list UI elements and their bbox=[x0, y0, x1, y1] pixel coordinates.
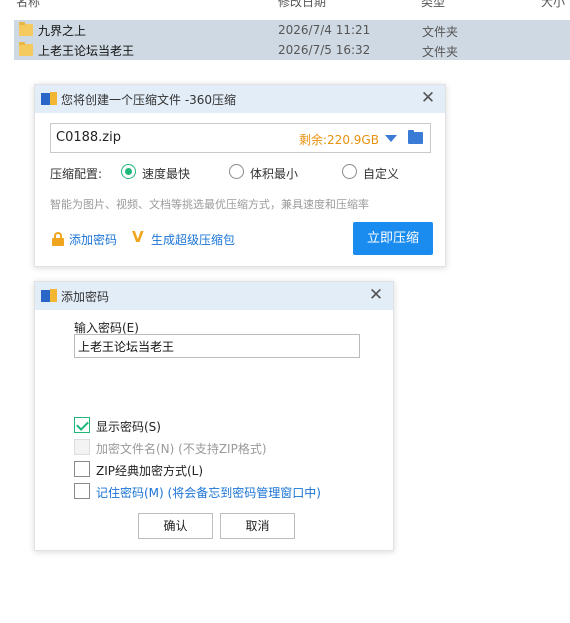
chevron-down-icon[interactable] bbox=[385, 135, 397, 142]
checkbox-label[interactable]: 显示密码(S) bbox=[96, 418, 161, 435]
file-date: 2026/7/4 11:21 bbox=[278, 23, 371, 37]
file-row[interactable]: 上老王论坛当老王 2026/7/5 16:32 文件夹 bbox=[14, 40, 570, 60]
radio-label[interactable]: 自定义 bbox=[363, 165, 399, 182]
compress-now-button[interactable]: 立即压缩 bbox=[353, 222, 433, 255]
lock-icon bbox=[52, 232, 65, 246]
free-space-label: 剩余:220.9GB bbox=[299, 133, 379, 147]
password-value[interactable]: 上老王论坛当老王 bbox=[78, 338, 174, 355]
dialog-titlebar: 您将创建一个压缩文件 -360压缩 ✕ bbox=[35, 85, 445, 113]
file-type: 文件夹 bbox=[422, 25, 459, 39]
file-type: 文件夹 bbox=[422, 45, 459, 59]
checkbox-label[interactable]: ZIP经典加密方式(L) bbox=[96, 462, 203, 479]
compress-hint: 智能为图片、视频、文档等挑选最优压缩方式，兼具速度和压缩率 bbox=[50, 198, 369, 211]
column-type[interactable]: 类型 bbox=[421, 0, 445, 10]
radio-button-checked[interactable] bbox=[121, 164, 136, 179]
radio-label[interactable]: 体积最小 bbox=[250, 165, 298, 182]
radio-button[interactable] bbox=[229, 164, 244, 179]
archive-name-field[interactable]: C0188.zip 剩余:220.9GB bbox=[50, 123, 431, 153]
360zip-app-icon bbox=[41, 289, 57, 303]
password-dialog: 添加密码 ✕ 输入密码(E) 上老王论坛当老王 显示密码(S) 加密文件名(N)… bbox=[34, 281, 394, 551]
radio-label[interactable]: 速度最快 bbox=[142, 165, 190, 182]
checkbox-checked[interactable] bbox=[74, 417, 90, 433]
checkbox-disabled bbox=[74, 439, 90, 455]
checkbox[interactable] bbox=[74, 461, 90, 477]
dialog-title: 您将创建一个压缩文件 -360压缩 bbox=[61, 93, 237, 107]
vip-icon: V bbox=[132, 228, 144, 246]
column-header: 名称 修改日期 类型 大小 bbox=[0, 0, 570, 14]
password-input[interactable]: 上老王论坛当老王 bbox=[74, 334, 360, 358]
checkbox-label[interactable]: 记住密码(M) (将会备忘到密码管理窗口中) bbox=[96, 484, 321, 501]
folder-icon bbox=[19, 42, 33, 56]
folder-browse-icon[interactable] bbox=[408, 130, 423, 144]
dialog-titlebar: 添加密码 ✕ bbox=[35, 282, 393, 310]
file-name: 上老王论坛当老王 bbox=[38, 44, 135, 58]
cancel-button[interactable]: 取消 bbox=[220, 513, 295, 539]
file-date: 2026/7/5 16:32 bbox=[278, 43, 371, 57]
file-explorer: 名称 修改日期 类型 大小 九界之上 2026/7/4 11:21 文件夹 上老… bbox=[0, 0, 570, 62]
compress-dialog: 您将创建一个压缩文件 -360压缩 ✕ C0188.zip 剩余:220.9GB… bbox=[34, 84, 446, 267]
360zip-app-icon bbox=[41, 92, 57, 106]
folder-icon bbox=[19, 22, 33, 36]
add-password-link[interactable]: 添加密码 bbox=[69, 231, 117, 248]
ok-button[interactable]: 确认 bbox=[138, 513, 213, 539]
radio-button[interactable] bbox=[342, 164, 357, 179]
file-row[interactable]: 九界之上 2026/7/4 11:21 文件夹 bbox=[14, 20, 570, 40]
checkbox-label: 加密文件名(N) (不支持ZIP格式) bbox=[96, 442, 267, 456]
column-name[interactable]: 名称 bbox=[16, 0, 40, 10]
close-icon[interactable]: ✕ bbox=[419, 89, 437, 107]
dialog-title: 添加密码 bbox=[61, 290, 110, 304]
checkbox[interactable] bbox=[74, 483, 90, 499]
config-label: 压缩配置: bbox=[50, 167, 103, 181]
super-archive-link[interactable]: 生成超级压缩包 bbox=[151, 231, 235, 248]
column-date[interactable]: 修改日期 bbox=[278, 0, 326, 10]
file-name: 九界之上 bbox=[38, 24, 87, 38]
column-size[interactable]: 大小 bbox=[541, 0, 565, 10]
close-icon[interactable]: ✕ bbox=[367, 286, 385, 304]
archive-filename[interactable]: C0188.zip bbox=[56, 130, 121, 145]
